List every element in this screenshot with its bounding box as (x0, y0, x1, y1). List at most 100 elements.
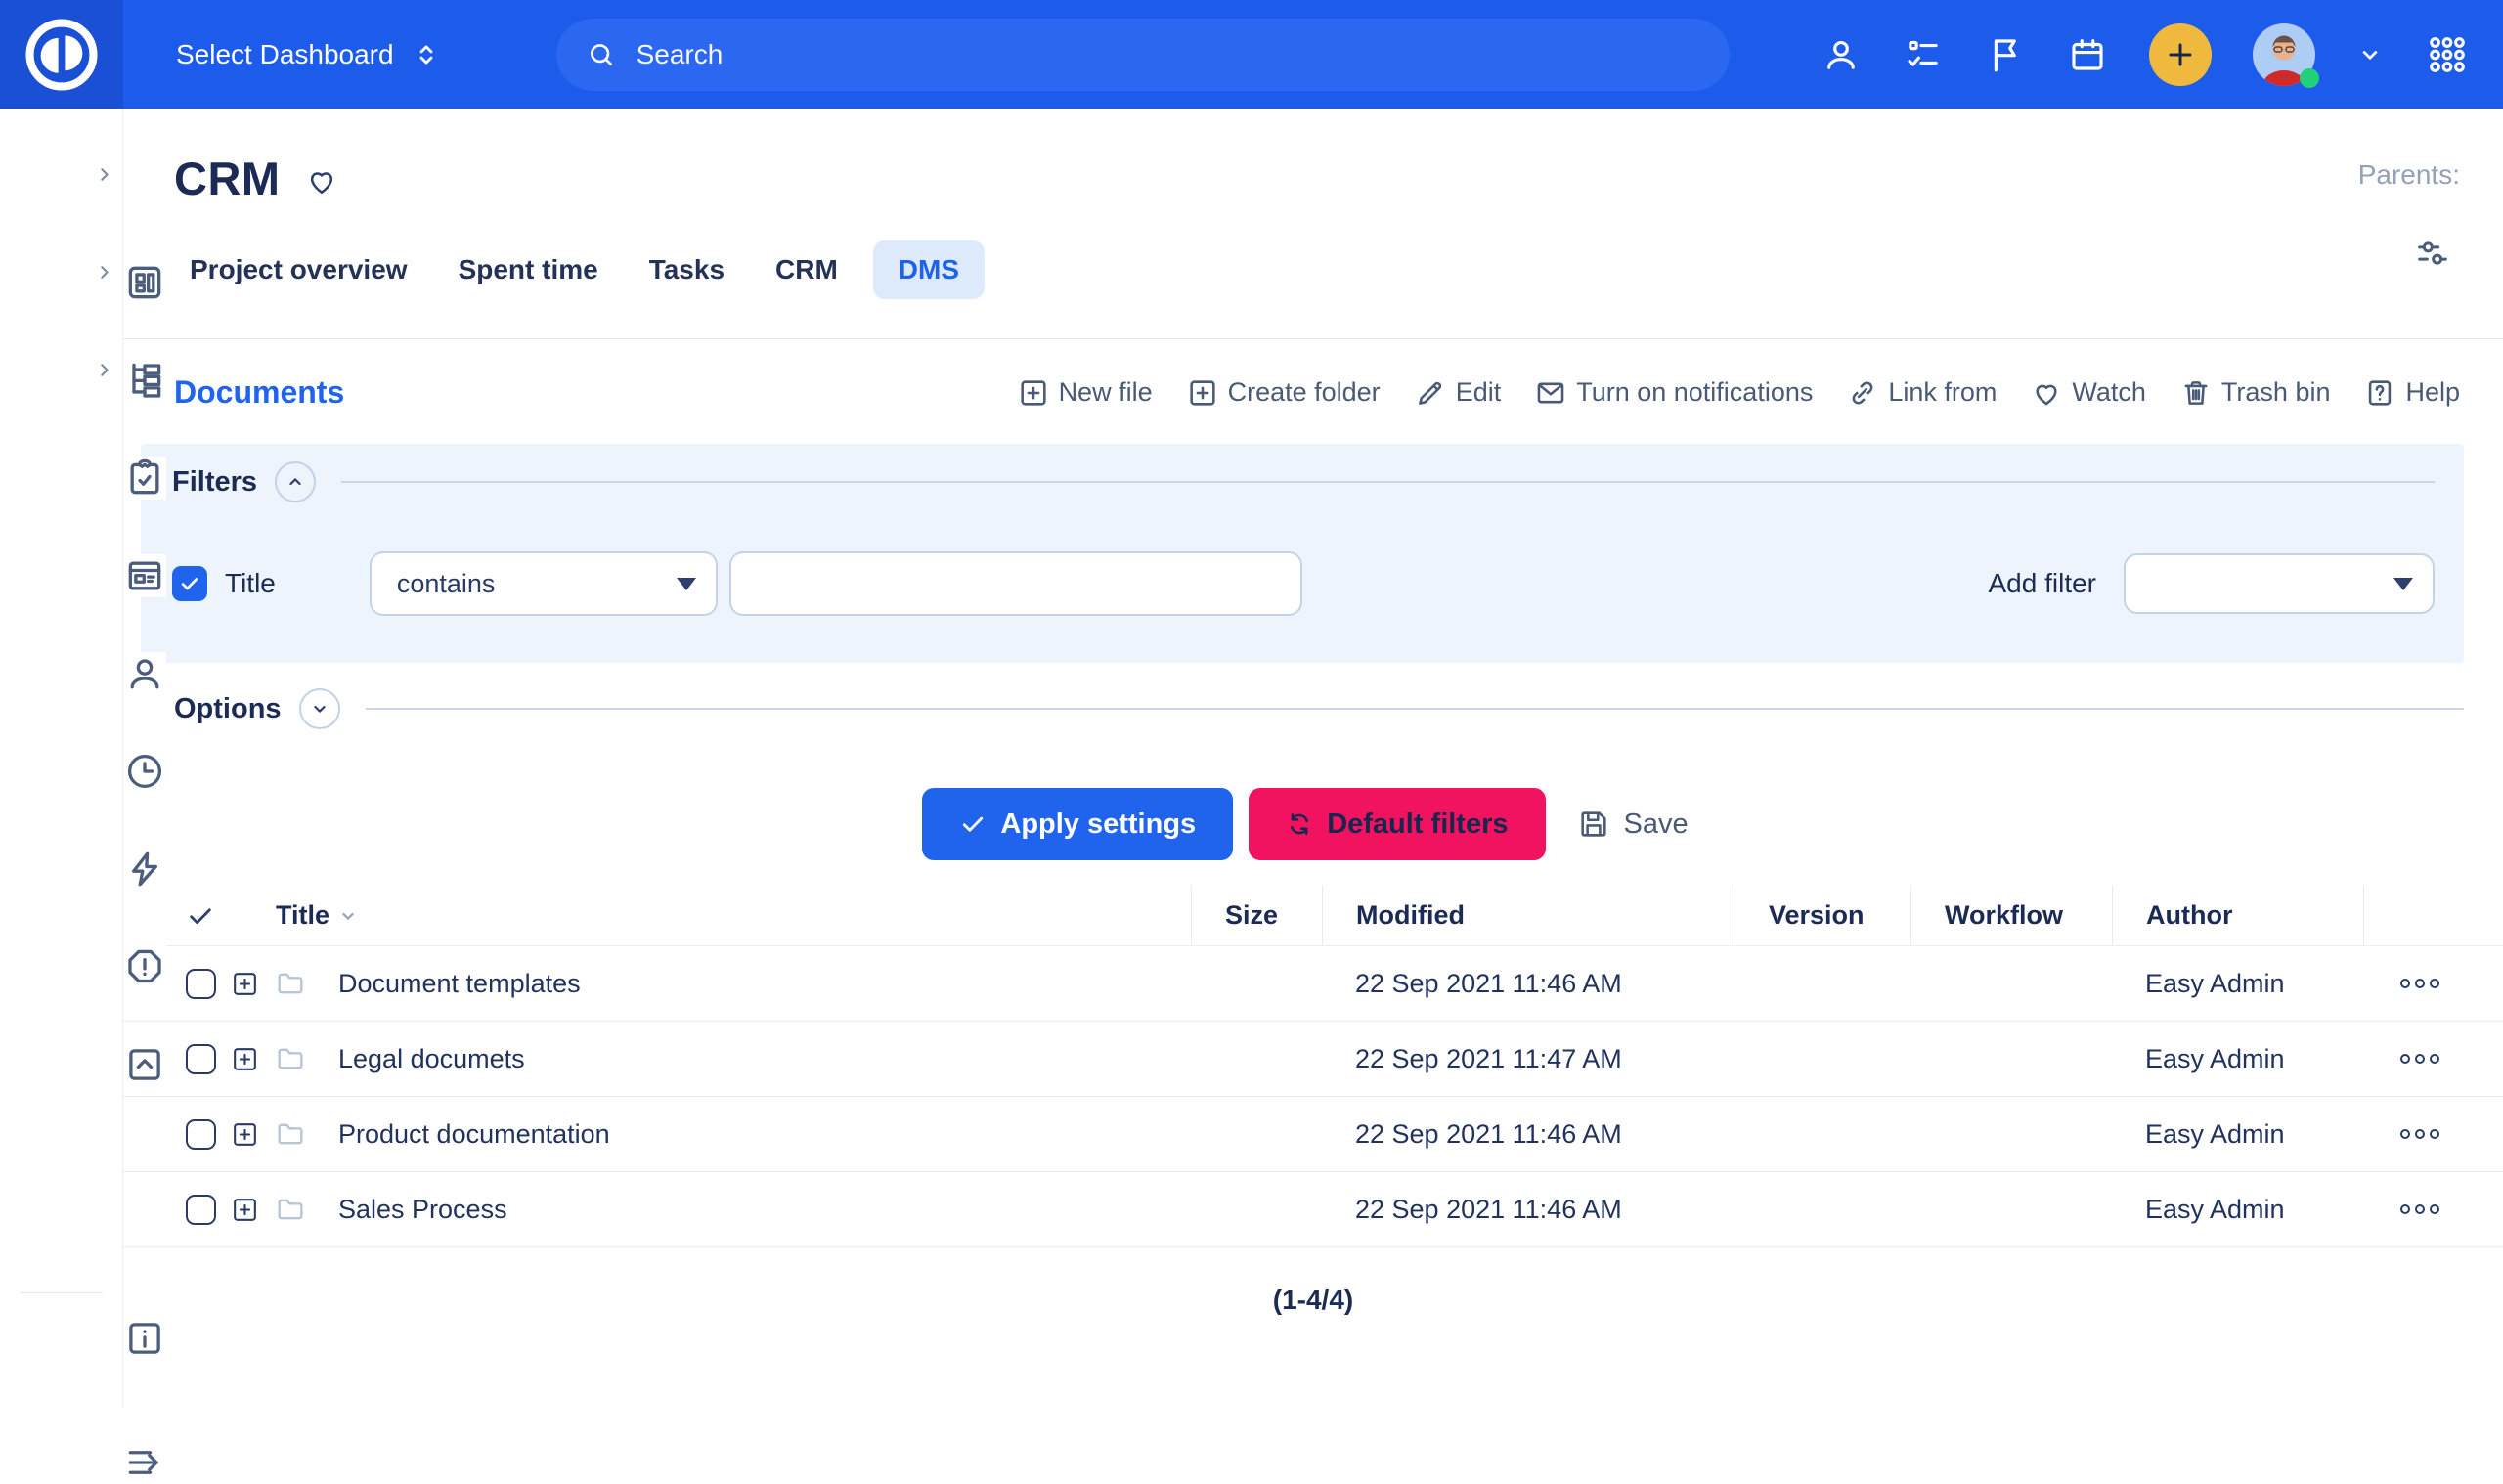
turn-on-notifications-button[interactable]: Turn on notifications (1534, 376, 1813, 410)
search-input[interactable] (637, 39, 1700, 70)
watch-label: Watch (2072, 377, 2146, 408)
document-title[interactable]: Legal documets (338, 1044, 525, 1074)
row-checkbox[interactable] (186, 1044, 216, 1074)
filters-heading: Filters (172, 466, 257, 499)
operator-select[interactable]: contains (370, 551, 718, 616)
link-from-button[interactable]: Link from (1846, 376, 1997, 410)
expand-plus-icon[interactable] (230, 1195, 260, 1225)
row-checkbox[interactable] (186, 1195, 216, 1225)
row-actions-menu[interactable] (2363, 946, 2503, 1021)
help-button[interactable]: Help (2363, 376, 2460, 410)
row-checkbox[interactable] (186, 969, 216, 999)
document-title[interactable]: Product documentation (338, 1119, 610, 1150)
column-modified: Modified (1322, 886, 1735, 946)
expand-plus-icon[interactable] (230, 1119, 260, 1150)
cell-author: Easy Admin (2112, 1097, 2363, 1171)
cell-workflow (1910, 1022, 2112, 1096)
cell-modified: 22 Sep 2021 11:46 AM (1322, 1097, 1735, 1171)
create-folder-button[interactable]: Create folder (1186, 376, 1381, 410)
cell-workflow (1910, 1172, 2112, 1246)
sidebar-item-tasks[interactable] (0, 348, 123, 391)
calendar-icon[interactable] (2067, 34, 2108, 75)
chevron-down-icon (309, 698, 330, 720)
row-actions-menu[interactable] (2363, 1172, 2503, 1246)
expand-plus-icon[interactable] (230, 1044, 260, 1074)
sidebar-item-boards[interactable] (0, 446, 123, 489)
page-header: CRM Parents: Project overview Spent time… (123, 109, 2503, 339)
sidebar-item-dashboards[interactable] (0, 153, 123, 196)
filters-collapse-button[interactable] (275, 461, 316, 502)
chevron-right-icon (94, 164, 114, 185)
edit-button[interactable]: Edit (1414, 376, 1502, 410)
filter-value-input[interactable] (729, 551, 1302, 616)
document-title[interactable]: Document templates (338, 969, 581, 999)
row-checkbox[interactable] (186, 1119, 216, 1150)
folder-icon (274, 1042, 307, 1075)
tasks-checklist-icon[interactable] (1903, 34, 1944, 75)
folder-icon (274, 967, 307, 1000)
save-label: Save (1624, 808, 1689, 841)
user-avatar[interactable] (2253, 23, 2315, 86)
column-actions (2363, 886, 2503, 946)
select-all-check-icon[interactable] (186, 901, 215, 931)
page-title: CRM (174, 152, 281, 205)
tab-crm[interactable]: CRM (760, 240, 854, 299)
apps-grid-icon[interactable] (2425, 32, 2470, 77)
page-settings-sliders-icon[interactable] (2413, 234, 2452, 273)
folder-icon (274, 1117, 307, 1151)
sidebar-item-alerts[interactable] (0, 837, 123, 880)
sidebar-item-people[interactable] (0, 544, 123, 587)
title-filter-checkbox[interactable] (172, 566, 207, 601)
save-button[interactable]: Save (1561, 788, 1704, 860)
dashboard-selector[interactable]: Select Dashboard (176, 39, 441, 70)
table-row: Product documentation 22 Sep 2021 11:46 … (123, 1097, 2503, 1172)
cell-author: Easy Admin (2112, 946, 2363, 1021)
tab-tasks[interactable]: Tasks (634, 240, 740, 299)
trash-bin-button[interactable]: Trash bin (2179, 376, 2331, 410)
cell-version (1735, 1097, 1910, 1171)
filter-actions: Apply settings Default filters Save (123, 788, 2503, 860)
quick-add-button[interactable] (2149, 23, 2212, 86)
options-divider (366, 708, 2464, 710)
sidebar-expand-toggle[interactable] (0, 1332, 123, 1375)
document-title[interactable]: Sales Process (338, 1195, 507, 1225)
options-expand-button[interactable] (299, 688, 340, 729)
flag-icon[interactable] (1985, 34, 2026, 75)
parents-label: Parents: (2358, 159, 2460, 191)
cell-modified: 22 Sep 2021 11:46 AM (1322, 946, 1735, 1021)
app-logo[interactable] (0, 0, 123, 109)
watch-button[interactable]: Watch (2030, 376, 2146, 410)
filter-row-title: Title contains Add filter (172, 551, 2435, 616)
column-title[interactable]: Title (276, 900, 329, 931)
row-actions-menu[interactable] (2363, 1097, 2503, 1171)
sidebar (0, 109, 123, 1408)
global-search[interactable] (556, 19, 1730, 91)
operator-select-value: contains (397, 569, 496, 599)
new-file-button[interactable]: New file (1017, 376, 1153, 410)
tab-project-overview[interactable]: Project overview (174, 240, 423, 299)
pencil-icon (1414, 376, 1447, 410)
favorite-heart-icon[interactable] (304, 163, 339, 198)
sidebar-item-projects[interactable] (0, 250, 123, 293)
user-icon[interactable] (1821, 34, 1862, 75)
documents-table-header: Title Size Modified Version Workflow Aut… (123, 886, 2503, 946)
tab-dms[interactable]: DMS (873, 240, 985, 299)
expand-plus-icon[interactable] (230, 969, 260, 999)
add-filter-select[interactable] (2124, 553, 2435, 614)
sidebar-item-info[interactable] (0, 1208, 123, 1251)
dots-menu-icon (2400, 979, 2410, 988)
cell-workflow (1910, 1097, 2112, 1171)
account-chevron-down-icon[interactable] (2356, 41, 2384, 68)
sidebar-item-quick-actions[interactable] (0, 739, 123, 782)
tab-spent-time[interactable]: Spent time (443, 240, 614, 299)
sidebar-item-time[interactable] (0, 641, 123, 684)
documents-heading: Documents (174, 374, 344, 411)
row-actions-menu[interactable] (2363, 1022, 2503, 1096)
sidebar-item-upload[interactable] (0, 935, 123, 978)
apply-settings-button[interactable]: Apply settings (922, 788, 1233, 860)
default-filters-button[interactable]: Default filters (1249, 788, 1545, 860)
sort-chevron-down-icon[interactable] (337, 905, 359, 927)
browser-card-icon (123, 554, 166, 597)
clipboard-check-icon (123, 457, 166, 500)
cell-size (1191, 1097, 1322, 1171)
